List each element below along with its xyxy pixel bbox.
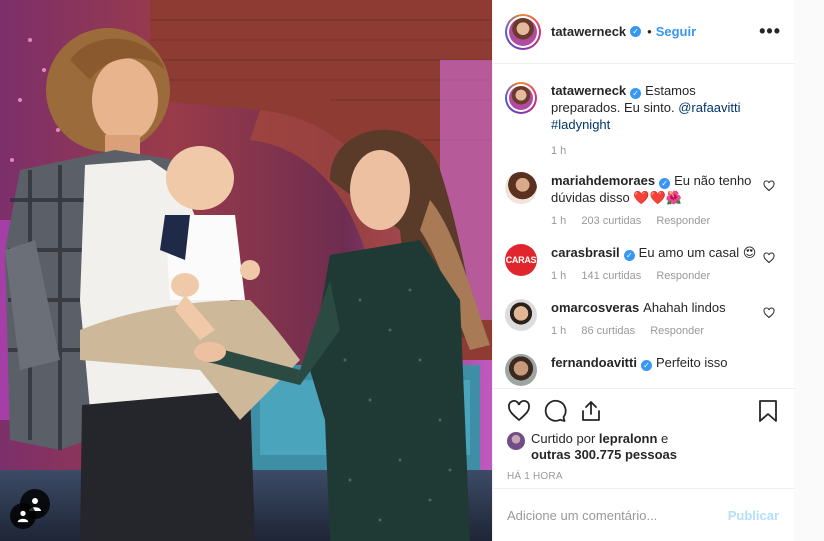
bookmark-icon[interactable]: [757, 399, 779, 423]
post-details-panel: tatawerneck ✓ • Seguir ••• tatawerneck ✓ E…: [492, 0, 795, 541]
add-comment-bar: Publicar: [493, 488, 795, 541]
comments-list[interactable]: tatawerneck ✓ Estamos preparados. Eu sinto…: [493, 64, 795, 388]
comment-username[interactable]: carasbrasil: [551, 245, 620, 260]
author-username[interactable]: tatawerneck: [551, 24, 626, 39]
post-actions: Curtido por lepralonn e outras 300.775 p…: [493, 388, 795, 488]
post-photo[interactable]: [0, 0, 492, 541]
caption-hashtag[interactable]: #ladynight: [551, 117, 610, 132]
follow-button[interactable]: Seguir: [656, 24, 696, 39]
comment-meta: 1 h 203 curtidas Responder: [551, 215, 761, 228]
liker-avatar[interactable]: [507, 432, 525, 450]
separator-dot: •: [647, 24, 652, 39]
likes-middle: e: [657, 431, 669, 446]
post-header: tatawerneck ✓ • Seguir •••: [493, 0, 795, 64]
likes-prefix: Curtido por: [531, 431, 599, 446]
heart-icon[interactable]: [507, 399, 531, 423]
verified-icon: ✓: [630, 88, 642, 99]
comment-username[interactable]: fernandoavitti: [551, 355, 637, 370]
action-bar: [507, 397, 779, 425]
author-avatar[interactable]: [505, 13, 541, 50]
heart-icon[interactable]: [763, 180, 775, 192]
comment-meta: 1 h 86 curtidas Responder: [551, 325, 761, 338]
user-tag-icon: [17, 510, 29, 523]
comment-username[interactable]: omarcosveras: [551, 300, 639, 315]
comment-text: Eu amo um casal 😍: [638, 245, 757, 260]
publish-button[interactable]: Publicar: [728, 508, 779, 523]
commenter-avatar[interactable]: [505, 299, 537, 331]
likes-count[interactable]: outras 300.775 pessoas: [531, 447, 677, 462]
verified-icon: ✓: [623, 250, 635, 261]
comment-icon[interactable]: [543, 399, 567, 423]
caption-mention[interactable]: @rafaavitti: [678, 100, 740, 115]
more-icon[interactable]: •••: [759, 22, 781, 40]
post-dialog: tatawerneck ✓ • Seguir ••• tatawerneck ✓ E…: [0, 0, 795, 541]
post-photo-image: [0, 0, 492, 541]
verified-icon: ✓: [630, 26, 642, 37]
comment-item: mariahdemoraes ✓ Eu não tenho dúvidas diss…: [505, 172, 779, 228]
comment-item: omarcosveras Ahahah lindos 1 h 86 curtida…: [505, 299, 779, 338]
comment-likes[interactable]: 203 curtidas: [581, 215, 641, 227]
comment-item: CARAS carasbrasil ✓ Eu amo um casal 😍 1 h …: [505, 244, 779, 283]
reply-button[interactable]: Responder: [656, 270, 710, 282]
comment-input[interactable]: [507, 507, 728, 523]
comment-time[interactable]: 1 h: [551, 325, 566, 337]
commenter-avatar[interactable]: [505, 354, 537, 386]
liker-username[interactable]: lepralonn: [599, 431, 658, 446]
heart-icon[interactable]: [763, 252, 775, 264]
post-timestamp[interactable]: HÁ 1 HORA: [507, 471, 779, 482]
reply-button[interactable]: Responder: [650, 325, 704, 337]
post-caption: tatawerneck ✓ Estamos preparados. Eu sinto…: [505, 82, 779, 158]
caption-username[interactable]: tatawerneck: [551, 83, 626, 98]
caption-time[interactable]: 1 h: [551, 145, 566, 157]
comment-item: fernandoavitti ✓ Perfeito isso: [505, 354, 779, 386]
author-avatar[interactable]: [505, 82, 537, 114]
commenter-avatar[interactable]: CARAS: [505, 244, 537, 276]
comment-text: Perfeito isso: [655, 355, 728, 370]
commenter-avatar[interactable]: [505, 172, 537, 204]
share-icon[interactable]: [579, 399, 603, 423]
comment-likes[interactable]: 86 curtidas: [581, 325, 635, 337]
comment-username[interactable]: mariahdemoraes: [551, 173, 655, 188]
verified-icon: ✓: [659, 178, 671, 189]
comment-time[interactable]: 1 h: [551, 215, 566, 227]
comment-time[interactable]: 1 h: [551, 270, 566, 282]
comment-text: Ahahah lindos: [643, 300, 726, 315]
verified-icon: ✓: [640, 360, 652, 371]
user-tag-indicator[interactable]: [10, 503, 36, 529]
caption-meta: 1 h: [551, 145, 761, 158]
reply-button[interactable]: Responder: [656, 215, 710, 227]
heart-icon[interactable]: [763, 307, 775, 319]
caras-logo: CARAS: [505, 255, 537, 265]
comment-likes[interactable]: 141 curtidas: [581, 270, 641, 282]
comment-meta: 1 h 141 curtidas Responder: [551, 270, 761, 283]
likes-summary: Curtido por lepralonn e outras 300.775 p…: [507, 431, 779, 463]
